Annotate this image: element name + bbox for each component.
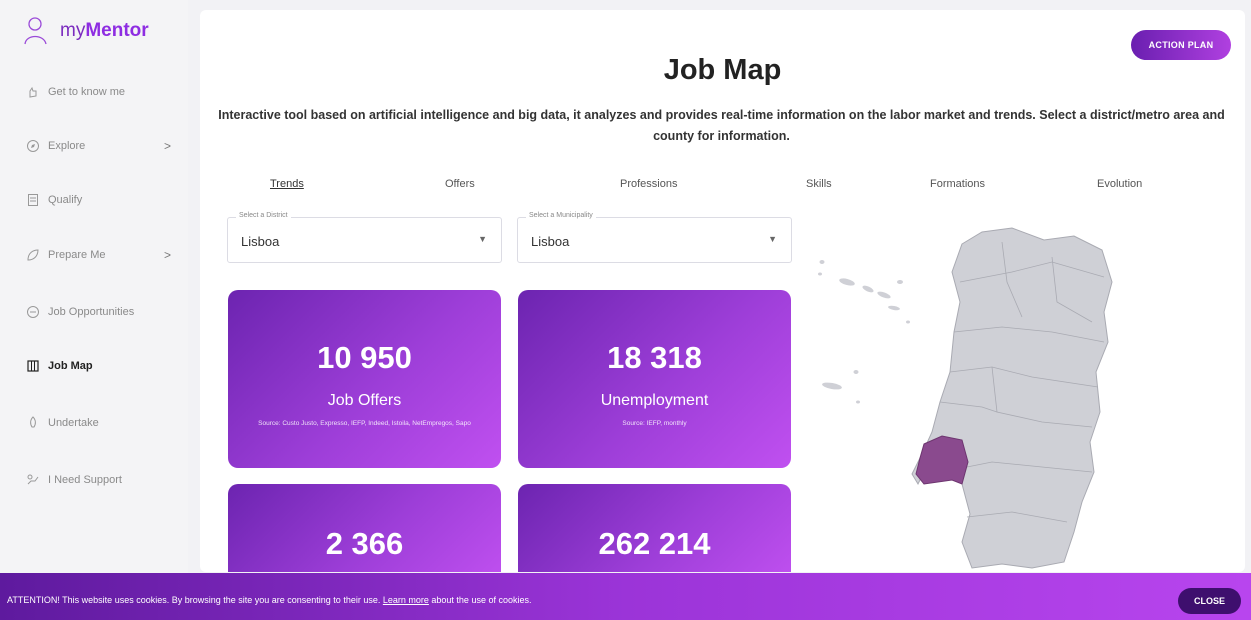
page-subtitle: Interactive tool based on artificial int… — [218, 108, 1225, 143]
mainland-portugal — [911, 227, 1113, 569]
compass-icon — [26, 139, 40, 153]
stat-source: Source: Custo Justo, Expresso, IEFP, Ind… — [258, 420, 471, 427]
stat-card-3: 2 366 — [228, 484, 501, 572]
sidebar-item-label: Undertake — [48, 417, 99, 429]
sidebar-item-job-opportunities[interactable]: Job Opportunities — [26, 305, 171, 319]
tab-formations[interactable]: Formations — [930, 178, 985, 190]
stat-card-unemployment: 18 318 Unemployment Source: IEFP, monthl… — [518, 290, 791, 468]
sidebar-item-prepare-me[interactable]: Prepare Me > — [26, 248, 171, 262]
sidebar-item-label: Explore — [48, 140, 86, 152]
stat-caption: Job Offers — [327, 392, 402, 409]
sidebar-item-i-need-support[interactable]: I Need Support — [26, 473, 171, 487]
cookie-banner: ATTENTION! This website uses cookies. By… — [0, 573, 1251, 620]
sidebar: myMentor Get to know me Explore > Qualif… — [0, 0, 188, 620]
stat-number: 262 214 — [598, 526, 711, 561]
sidebar-item-undertake[interactable]: Undertake — [26, 416, 171, 430]
support-icon — [26, 473, 40, 487]
stat-card-4: 262 214 — [518, 484, 791, 572]
stat-number: 2 366 — [325, 526, 404, 561]
document-icon — [26, 193, 40, 207]
tab-skills[interactable]: Skills — [806, 178, 832, 190]
cookie-close-button[interactable]: CLOSE — [1178, 588, 1241, 614]
tab-professions[interactable]: Professions — [620, 178, 677, 190]
tab-offers[interactable]: Offers — [445, 178, 475, 190]
madeira-islands — [822, 370, 860, 404]
logo-text: myMentor — [60, 20, 149, 41]
portugal-map[interactable] — [812, 222, 1202, 572]
sidebar-item-label: Job Opportunities — [48, 306, 135, 318]
tab-evolution[interactable]: Evolution — [1097, 178, 1142, 190]
logo[interactable]: myMentor — [24, 16, 149, 46]
azores-islands — [818, 260, 910, 324]
stat-caption: Unemployment — [600, 392, 709, 409]
stat-number: 18 318 — [607, 340, 702, 375]
leaf-icon — [26, 248, 40, 262]
stat-number: 10 950 — [317, 340, 412, 375]
hand-icon — [26, 85, 40, 99]
municipality-select-value: Lisboa — [531, 234, 570, 249]
user-outline-icon — [24, 17, 47, 45]
municipality-select-label: Select a Municipality — [526, 212, 596, 219]
rocket-icon — [26, 416, 40, 430]
sidebar-item-label: Qualify — [48, 194, 83, 206]
page-title: Job Map — [663, 54, 782, 86]
district-select-label: Select a District — [236, 212, 291, 219]
main-panel: ACTION PLAN Job Map Interactive tool bas… — [200, 10, 1245, 572]
chevron-right-icon: > — [163, 139, 171, 153]
tab-bar: Trends Offers Professions Skills Formati… — [200, 178, 1245, 196]
sidebar-item-qualify[interactable]: Qualify — [26, 193, 171, 207]
district-select-value: Lisboa — [241, 234, 280, 249]
lisboa-region-selected — [915, 435, 969, 485]
map-icon — [26, 359, 40, 373]
learn-more-link[interactable]: Learn more — [383, 595, 429, 605]
caret-down-icon: ▼ — [768, 234, 777, 244]
sidebar-item-explore[interactable]: Explore > — [26, 139, 171, 153]
tab-trends[interactable]: Trends — [270, 178, 304, 190]
stat-source: Source: IEFP, monthly — [622, 420, 687, 427]
chevron-right-icon: > — [163, 248, 171, 262]
cookie-text: ATTENTION! This website uses cookies. By… — [7, 595, 532, 605]
sidebar-item-get-to-know-me[interactable]: Get to know me — [26, 85, 171, 99]
district-select[interactable]: Select a District Lisboa ▼ — [227, 212, 502, 263]
stat-card-job-offers: 10 950 Job Offers Source: Custo Justo, E… — [228, 290, 501, 468]
caret-down-icon: ▼ — [478, 234, 487, 244]
sidebar-item-label: Job Map — [48, 360, 93, 372]
sidebar-item-label: Get to know me — [48, 86, 126, 98]
sidebar-item-label: Prepare Me — [48, 249, 106, 261]
briefcase-icon — [26, 305, 40, 319]
municipality-select[interactable]: Select a Municipality Lisboa ▼ — [517, 212, 792, 263]
sidebar-item-label: I Need Support — [48, 474, 122, 486]
sidebar-item-job-map[interactable]: Job Map — [26, 359, 171, 373]
